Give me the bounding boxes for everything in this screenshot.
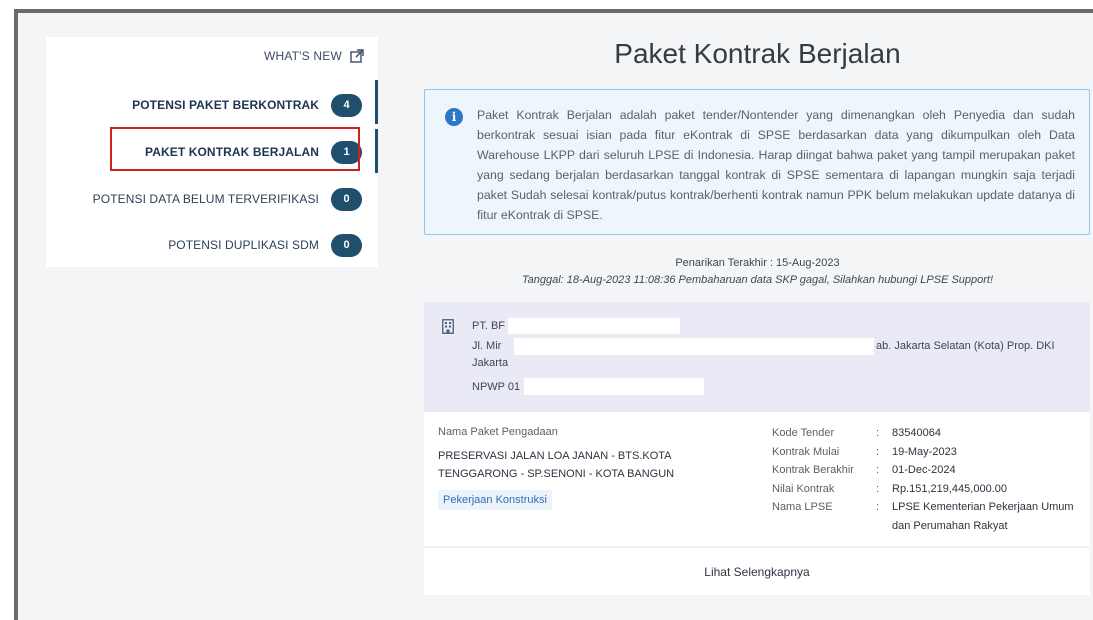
field-separator: : — [876, 501, 880, 513]
vendor-npwp: NPWP 01 — [472, 381, 521, 393]
vendor-name: PT. BF — [472, 320, 506, 332]
field-value: 19-May-2023 — [892, 445, 957, 458]
redaction — [514, 338, 874, 355]
update-status-message: Tanggal: 18-Aug-2023 11:08:36 Pembaharua… — [521, 274, 994, 286]
redaction — [508, 318, 680, 334]
info-text: Paket Kontrak Berjalan adalah paket tend… — [477, 108, 1075, 222]
field-value: Rp.151,219,445,000.00 — [892, 482, 1007, 495]
field-separator: : — [876, 445, 880, 458]
field-value: LPSE Kementerian Pekerjaan Umum dan Peru… — [892, 501, 1074, 532]
vendor-address-start: Jl. Mir — [472, 340, 502, 352]
field-nilai-kontrak: Nilai Kontrak : Rp.151,219,445,000.00 — [772, 480, 1082, 499]
redaction — [524, 378, 704, 395]
last-pull-date: Penarikan Terakhir : 15-Aug-2023 — [675, 257, 840, 269]
field-kode-tender: Kode Tender : 83540064 — [772, 424, 1082, 443]
field-key: Kode Tender — [772, 427, 835, 439]
field-key: Nama LPSE — [772, 501, 833, 513]
info-icon: i — [445, 108, 463, 126]
vendor-address-line2: Jakarta — [472, 357, 509, 369]
field-key: Nilai Kontrak — [772, 482, 835, 495]
sidebar-item-label: POTENSI DATA BELUM TERVERIFIKASI — [92, 192, 319, 206]
count-badge: 0 — [331, 187, 362, 211]
sidebar-item-potensi-paket-berkontrak[interactable]: POTENSI PAKET BERKONTRAK 4 — [132, 85, 378, 125]
active-indicator — [375, 80, 378, 124]
highlight-annotation — [110, 127, 360, 171]
whats-new-link[interactable]: WHAT'S NEW — [264, 49, 364, 63]
building-icon — [442, 319, 454, 334]
field-key: Kontrak Mulai — [772, 445, 840, 458]
vendor-card: PT. BF Jl. Mir ab. Jakarta Selatan (Kota… — [424, 302, 1090, 412]
active-indicator — [375, 129, 378, 173]
info-alert: i Paket Kontrak Berjalan adalah paket te… — [424, 89, 1090, 235]
field-separator: : — [876, 427, 880, 439]
field-kontrak-berakhir: Kontrak Berakhir : 01-Dec-2024 — [772, 461, 1082, 480]
package-name-label: Nama Paket Pengadaan — [438, 426, 558, 438]
sidebar-item-label: POTENSI DUPLIKASI SDM — [168, 238, 319, 252]
sidebar-item-label: POTENSI PAKET BERKONTRAK — [132, 98, 319, 112]
field-separator: : — [876, 464, 880, 476]
page-title: Paket Kontrak Berjalan — [614, 38, 901, 69]
package-detail: Nama Paket Pengadaan PRESERVASI JALAN LO… — [424, 412, 1090, 546]
field-separator: : — [876, 482, 880, 495]
count-badge: 4 — [331, 93, 362, 117]
field-kontrak-mulai: Kontrak Mulai : 19-May-2023 — [772, 443, 1082, 462]
package-name: PRESERVASI JALAN LOA JANAN - BTS.KOTA TE… — [438, 450, 675, 480]
sidebar-item-potensi-duplikasi-sdm[interactable]: POTENSI DUPLIKASI SDM 0 — [168, 225, 378, 265]
category-badge: Pekerjaan Konstruksi — [438, 490, 552, 510]
sidebar-item-potensi-data-belum-terverifikasi[interactable]: POTENSI DATA BELUM TERVERIFIKASI 0 — [93, 179, 378, 219]
vendor-address-end: ab. Jakarta Selatan (Kota) Prop. DKI — [876, 340, 1055, 352]
package-fields: Kode Tender : 83540064 Kontrak Mulai : 1… — [772, 424, 1082, 535]
field-nama-lpse: Nama LPSE : LPSE Kementerian Pekerjaan U… — [772, 498, 1082, 535]
see-more-link[interactable]: Lihat Selengkapnya — [424, 547, 1090, 595]
count-badge: 0 — [331, 233, 362, 257]
field-value: 83540064 — [892, 427, 941, 439]
field-key: Kontrak Berakhir — [772, 464, 854, 476]
external-link-icon — [350, 49, 364, 63]
whats-new-label: WHAT'S NEW — [263, 49, 342, 63]
field-value: 01-Dec-2024 — [892, 464, 956, 476]
